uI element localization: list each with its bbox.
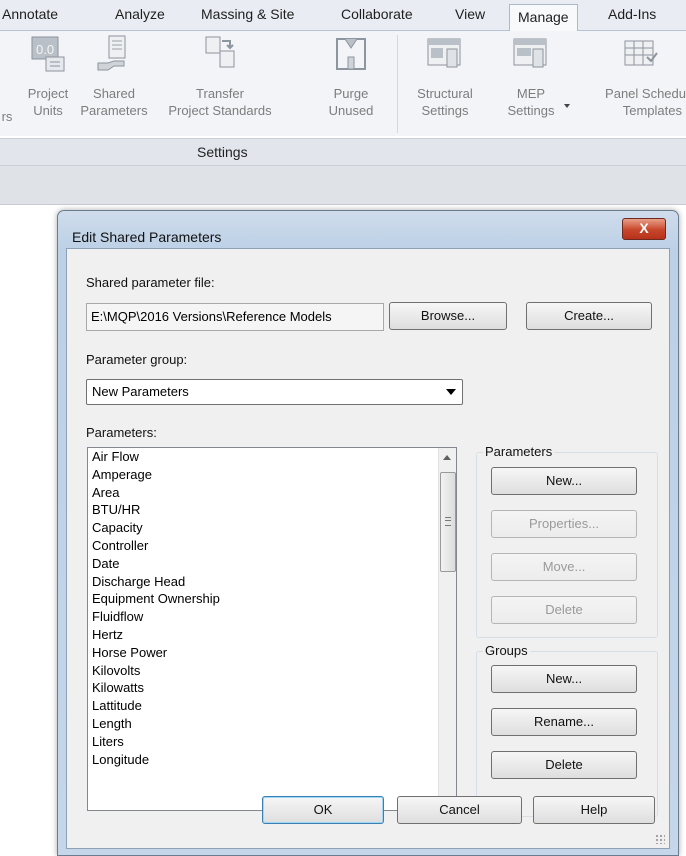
parameter-group-select[interactable]: New Parameters — [86, 379, 463, 405]
shared-parameters-button[interactable]: Shared Parameters — [78, 31, 150, 139]
scrollbar-thumb[interactable] — [440, 472, 456, 572]
tab-collaborate[interactable]: Collaborate — [341, 6, 413, 22]
close-icon: X — [639, 220, 649, 236]
panel-schedule-templates-button[interactable]: Panel Schedu Templates — [584, 31, 686, 139]
tab-annotate[interactable]: Annotate — [2, 6, 58, 22]
ribbon-panel: rs 0.0 Project Units Shared Parameters T… — [0, 31, 686, 136]
shared-parameter-file-path[interactable]: E:\MQP\2016 Versions\Reference Models — [86, 303, 384, 331]
ribbon-panel-title-bar: Settings — [0, 138, 686, 166]
project-units-label-2: Units — [33, 103, 63, 118]
options-bar — [0, 166, 686, 205]
list-item[interactable]: Fluidflow — [92, 608, 220, 626]
ribbon-separator — [397, 35, 398, 133]
list-item[interactable]: Equipment Ownership — [92, 590, 220, 608]
properties-button[interactable]: Properties... — [491, 510, 637, 538]
dialog-title: Edit Shared Parameters — [72, 229, 222, 245]
list-item[interactable]: Amperage — [92, 466, 220, 484]
grip-icon — [445, 517, 451, 526]
tab-add-ins[interactable]: Add-Ins — [608, 6, 656, 22]
help-button[interactable]: Help — [533, 796, 655, 824]
project-units-button[interactable]: 0.0 Project Units — [22, 31, 74, 139]
list-item[interactable]: Length — [92, 715, 220, 733]
shared-parameters-label-1: Shared — [93, 86, 135, 101]
shared-parameter-file-label: Shared parameter file: — [86, 275, 215, 290]
transfer-standards-icon — [205, 36, 235, 68]
list-item[interactable]: BTU/HR — [92, 501, 220, 519]
shared-parameters-label-2: Parameters — [80, 103, 148, 118]
parameters-groupbox: Parameters New... Properties... Move... … — [476, 444, 658, 638]
transfer-project-standards-button[interactable]: Transfer Project Standards — [152, 31, 288, 139]
shared-parameters-icon — [97, 35, 126, 71]
structural-settings-button[interactable]: Structural Settings — [403, 31, 487, 139]
scroll-up-icon[interactable] — [443, 455, 451, 460]
move-button[interactable]: Move... — [491, 553, 637, 581]
tab-view[interactable]: View — [455, 6, 485, 22]
cancel-button[interactable]: Cancel — [397, 796, 522, 824]
mep-settings-button[interactable]: MEP Settings — [496, 31, 570, 139]
close-button[interactable]: X — [622, 218, 666, 240]
delete-group-button[interactable]: Delete — [491, 751, 637, 779]
parameters-scrollbar[interactable] — [438, 448, 456, 810]
dialog-client-area: Shared parameter file: E:\MQP\2016 Versi… — [66, 248, 670, 849]
panel-schedule-label-1: Panel Schedu — [605, 86, 686, 101]
purge-unused-label-2: Unused — [328, 103, 374, 118]
edit-shared-parameters-dialog: Edit Shared Parameters X Shared paramete… — [57, 210, 679, 856]
panel-schedule-label-2: Templates — [622, 103, 682, 118]
list-item[interactable]: Hertz — [92, 626, 220, 644]
groups-groupbox: Groups New... Rename... Delete — [476, 643, 658, 817]
groups-groupbox-title: Groups — [483, 643, 530, 658]
tab-manage[interactable]: Manage — [509, 4, 578, 31]
transfer-standards-label-2: Project Standards — [168, 103, 272, 118]
mep-settings-label-1: MEP — [516, 86, 546, 101]
ribbon-cut-off-label: rs — [1, 109, 13, 124]
browse-button[interactable]: Browse... — [389, 302, 507, 330]
ribbon-cut-off-button[interactable]: rs — [0, 31, 14, 139]
resize-grip-icon[interactable] — [655, 834, 665, 844]
delete-parameter-button[interactable]: Delete — [491, 596, 637, 624]
mep-settings-label-2: Settings — [507, 103, 555, 118]
parameters-list-label: Parameters: — [86, 425, 157, 440]
tab-massing-site[interactable]: Massing & Site — [201, 6, 294, 22]
tab-analyze[interactable]: Analyze — [115, 6, 165, 22]
chevron-down-icon — [446, 389, 456, 395]
project-units-label-1: Project — [27, 86, 69, 101]
new-parameter-button[interactable]: New... — [491, 467, 637, 495]
purge-unused-icon — [336, 38, 366, 70]
rename-group-button[interactable]: Rename... — [491, 708, 637, 736]
svg-text:0.0: 0.0 — [36, 42, 54, 57]
list-item[interactable]: Longitude — [92, 751, 220, 769]
mep-dropdown-arrow-icon[interactable] — [564, 104, 570, 108]
list-item[interactable]: Kilovolts — [92, 662, 220, 680]
create-button[interactable]: Create... — [526, 302, 652, 330]
parameters-list: Air Flow Amperage Area BTU/HR Capacity C… — [92, 448, 220, 768]
structural-settings-label-2: Settings — [421, 103, 469, 118]
list-item[interactable]: Kilowatts — [92, 679, 220, 697]
list-item[interactable]: Air Flow — [92, 448, 220, 466]
mep-settings-icon — [513, 38, 547, 68]
list-item[interactable]: Controller — [92, 537, 220, 555]
list-item[interactable]: Area — [92, 484, 220, 502]
structural-settings-icon — [427, 38, 461, 68]
structural-settings-label-1: Structural — [417, 86, 473, 101]
list-item[interactable]: Lattitude — [92, 697, 220, 715]
panel-schedule-templates-icon — [624, 40, 658, 66]
list-item[interactable]: Liters — [92, 733, 220, 751]
ribbon-tab-bar: Annotate Analyze Massing & Site Collabor… — [0, 0, 686, 31]
purge-unused-label-1: Purge — [333, 86, 369, 101]
transfer-standards-label-1: Transfer — [196, 86, 244, 101]
project-units-icon: 0.0 — [31, 36, 65, 72]
list-item[interactable]: Capacity — [92, 519, 220, 537]
new-group-button[interactable]: New... — [491, 665, 637, 693]
list-item[interactable]: Date — [92, 555, 220, 573]
purge-unused-button[interactable]: Purge Unused — [322, 31, 380, 139]
ok-button[interactable]: OK — [262, 796, 384, 824]
parameters-groupbox-title: Parameters — [483, 444, 555, 459]
list-item[interactable]: Horse Power — [92, 644, 220, 662]
parameters-listbox[interactable]: Air Flow Amperage Area BTU/HR Capacity C… — [87, 447, 457, 811]
list-item[interactable]: Discharge Head — [92, 573, 220, 591]
parameter-group-label: Parameter group: — [86, 352, 188, 367]
settings-panel-label: Settings — [197, 144, 248, 160]
parameter-group-selected: New Parameters — [92, 384, 189, 399]
